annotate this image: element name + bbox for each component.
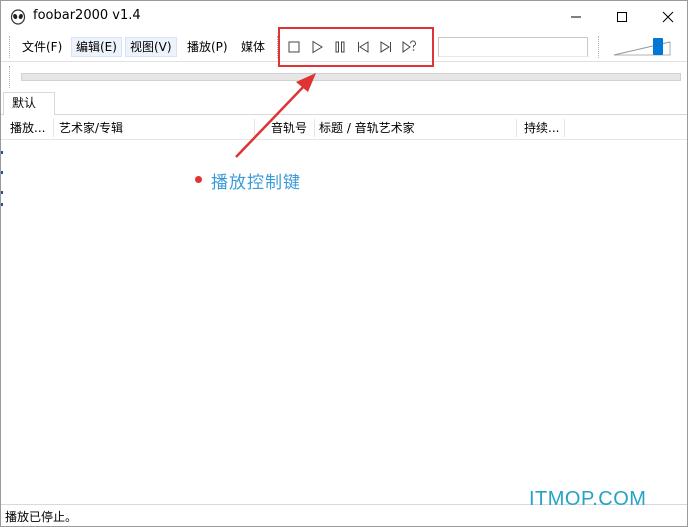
annotation-label: 播放控制键 [211, 173, 301, 193]
app-window: foobar2000 v1.4 文件(F) 编辑(E) 视图(V) 播放(P) … [0, 0, 688, 527]
column-title-track-artist[interactable]: 标题 / 音轨艺术家 [319, 116, 509, 140]
close-icon [662, 11, 674, 23]
playlist-body[interactable] [1, 141, 687, 503]
menu-playback[interactable]: 播放(P) [183, 37, 232, 57]
seek-bar[interactable] [21, 73, 681, 81]
volume-grip[interactable] [598, 36, 600, 58]
watermark-text: ITMOP.COM [529, 488, 647, 510]
maximize-icon [617, 12, 627, 22]
tab-default[interactable]: 默认 [3, 92, 55, 115]
volume-slider-thumb[interactable] [653, 38, 663, 55]
playlist-tab-strip: 默认 [1, 90, 687, 115]
close-button[interactable] [645, 1, 688, 33]
playlist-header: 播放... 艺术家/专辑 音轨号 标题 / 音轨艺术家 持续... [1, 116, 687, 140]
menu-grip[interactable] [9, 36, 11, 58]
column-separator[interactable] [254, 119, 255, 137]
column-separator[interactable] [564, 119, 565, 137]
column-separator[interactable] [516, 119, 517, 137]
volume-slider-track[interactable] [612, 33, 672, 61]
alien-app-icon [10, 9, 26, 25]
column-duration[interactable]: 持续... [524, 116, 562, 140]
column-separator[interactable] [314, 119, 315, 137]
column-playing[interactable]: 播放... [10, 116, 52, 140]
status-text: 播放已停止。 [5, 510, 78, 524]
column-separator[interactable] [53, 119, 54, 137]
seek-display-box [438, 37, 589, 57]
column-artist-album[interactable]: 艺术家/专辑 [59, 116, 249, 140]
playback-controls-highlight [278, 27, 434, 67]
maximize-button[interactable] [599, 1, 645, 33]
left-edge-marks [1, 151, 3, 206]
menu-edit[interactable]: 编辑(E) [71, 37, 122, 57]
menu-file[interactable]: 文件(F) [18, 37, 66, 57]
column-track-no[interactable]: 音轨号 [271, 116, 313, 140]
menu-library[interactable]: 媒体 [237, 37, 269, 57]
window-title: foobar2000 v1.4 [33, 8, 141, 23]
minimize-button[interactable] [553, 1, 599, 33]
menu-view[interactable]: 视图(V) [125, 37, 177, 57]
minimize-icon [571, 16, 581, 18]
progress-grip[interactable] [9, 66, 11, 88]
annotation-bullet [195, 176, 202, 183]
